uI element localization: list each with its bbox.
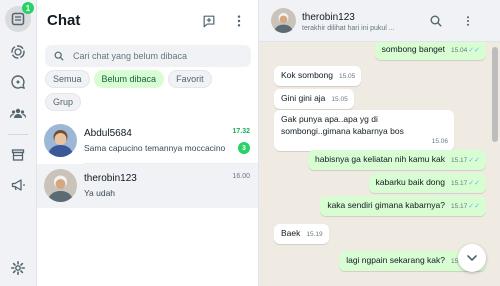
conversation-header[interactable]: therobin123 terakhir dilihat hari ini pu… [259,0,500,42]
search-icon [54,51,64,61]
new-chat-icon [203,15,215,28]
chat-list-item[interactable]: Abdul5684 17.32 Sama capucino temannya m… [37,119,258,163]
search-icon [430,15,442,27]
filter-chips: Semua Belum dibaca Favorit Grup [45,70,251,111]
message-text: Baek [281,228,301,238]
filter-chip-all[interactable]: Semua [45,70,90,88]
chat-list-panel: Chat Semua Belum dibaca Favorit Grup Abd… [37,0,259,286]
chat-name: therobin123 [84,173,137,184]
message-time: 15.17 [450,180,468,187]
message-time: 15.04 [450,47,468,54]
message-scrollbar[interactable] [492,47,498,142]
status-nav-button[interactable] [5,39,31,65]
kebab-menu-icon [466,16,470,26]
avatar [44,169,77,202]
kebab-menu-icon [237,15,241,27]
chat-last-message: Ya udah [84,188,116,198]
message-text: sombong banget [381,44,445,54]
message-time: 15.19 [306,231,323,238]
communities-nav-button[interactable] [5,100,31,126]
store-nav-button[interactable] [5,142,31,168]
settings-nav-button[interactable] [5,255,31,281]
store-icon [11,149,25,161]
message-text: Gini gini aja [281,93,326,103]
channels-icon [11,75,26,89]
list-menu-button[interactable] [231,13,247,29]
chats-unread-badge: 1 [22,2,34,14]
chat-last-message: Sama capucino temannya moccacino [84,143,226,153]
rail-divider [8,134,28,135]
unread-count-badge: 3 [238,142,250,154]
message-text: lagi ngpain sekarang kak? [346,255,445,265]
message-text: kaka sendiri gimana kabarnya? [327,200,445,210]
message-bubble-incoming[interactable]: Gak punya apa..apa yg di sombongi..giman… [274,110,454,151]
search-box[interactable] [45,45,251,67]
chats-icon [11,12,25,26]
message-bubble-outgoing[interactable]: kabarku baik dong 15.17✓✓ [368,173,486,193]
chat-name: Abdul5684 [84,128,132,139]
read-ticks-icon: ✓✓ [468,203,480,210]
message-time: 15.05 [331,96,348,103]
message-text: Gak punya apa..apa yg di sombongi..giman… [281,114,404,136]
filter-chip-groups[interactable]: Grup [45,93,82,111]
status-icon [11,45,25,59]
search-chat-button[interactable] [429,14,443,28]
message-time: 15.06 [431,138,448,145]
message-text: kabarku baik dong [375,177,445,187]
message-time: 15.17 [450,157,468,164]
message-text: habisnya ga keliatan nih kamu kak [315,154,445,164]
read-ticks-icon: ✓✓ [468,157,480,164]
message-time: 15.05 [338,73,356,80]
new-chat-button[interactable] [201,13,217,29]
message-time: 15.17 [450,203,468,210]
nav-rail: 1 [0,0,37,286]
message-bubble-incoming[interactable]: Gini gini aja 15.05 [274,89,354,109]
chat-time: 17.32 [232,128,250,135]
avatar [44,124,77,157]
read-ticks-icon: ✓✓ [468,180,480,187]
read-ticks-icon: ✓✓ [468,47,480,54]
chat-list-title: Chat [47,12,81,29]
message-bubble-outgoing[interactable]: sombong banget 15.04✓✓ [374,40,486,60]
search-input[interactable] [73,51,243,61]
chevron-down-icon [467,255,477,261]
message-bubble-incoming[interactable]: Kok sombong 15.05 [274,66,362,86]
message-bubble-incoming[interactable]: Baek 15.19 [274,224,329,244]
message-text: Kok sombong [281,70,333,80]
settings-icon [11,261,25,275]
scroll-to-bottom-button[interactable] [458,244,486,272]
contact-avatar[interactable] [271,8,296,33]
message-bubble-outgoing[interactable]: kaka sendiri gimana kabarnya? 15.17✓✓ [320,196,486,216]
chat-time: 16.00 [232,173,250,180]
contact-last-seen: terakhir dilihat hari ini pukul ... [302,25,395,32]
chat-list-item[interactable]: therobin123 16.00 Ya udah [37,164,258,208]
broadcast-nav-button[interactable] [5,172,31,198]
filter-chip-favorites[interactable]: Favorit [168,70,212,88]
chats-nav-button[interactable]: 1 [5,2,34,32]
message-bubble-outgoing[interactable]: habisnya ga keliatan nih kamu kak 15.17✓✓ [308,150,486,170]
megaphone-icon [11,179,25,191]
filter-chip-unread[interactable]: Belum dibaca [93,70,165,88]
channels-nav-button[interactable] [5,69,31,95]
communities-icon [10,108,26,118]
conversation-pane: therobin123 terakhir dilihat hari ini pu… [259,0,500,286]
contact-name: therobin123 [302,12,355,23]
chat-menu-button[interactable] [461,14,475,28]
